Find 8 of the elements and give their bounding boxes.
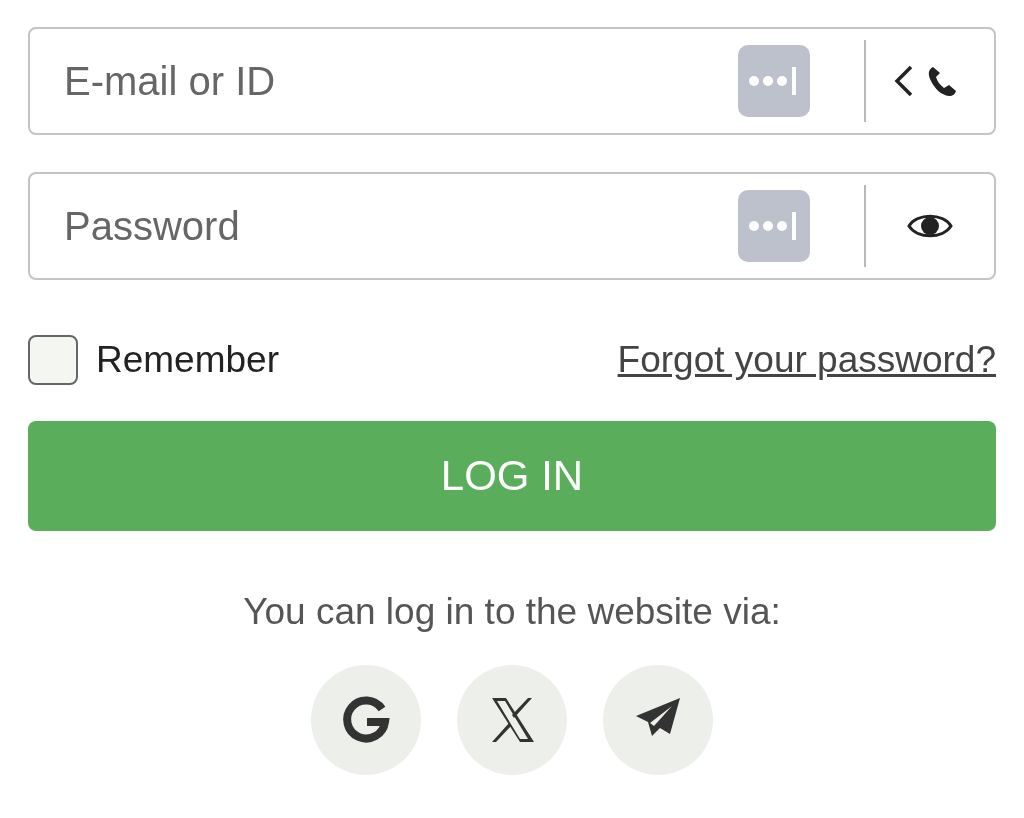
remember-label: Remember bbox=[96, 339, 279, 381]
social-login-prompt: You can log in to the website via: bbox=[242, 591, 782, 633]
input-field[interactable]: Password bbox=[28, 172, 996, 280]
input-field[interactable]: E-mail or ID bbox=[28, 27, 996, 135]
email-field[interactable]: E-mail or ID bbox=[30, 51, 738, 111]
checkbox[interactable] bbox=[28, 335, 78, 385]
password-field[interactable]: Password bbox=[30, 196, 738, 256]
forgot-password-link[interactable]: Forgot your password? bbox=[617, 339, 996, 381]
